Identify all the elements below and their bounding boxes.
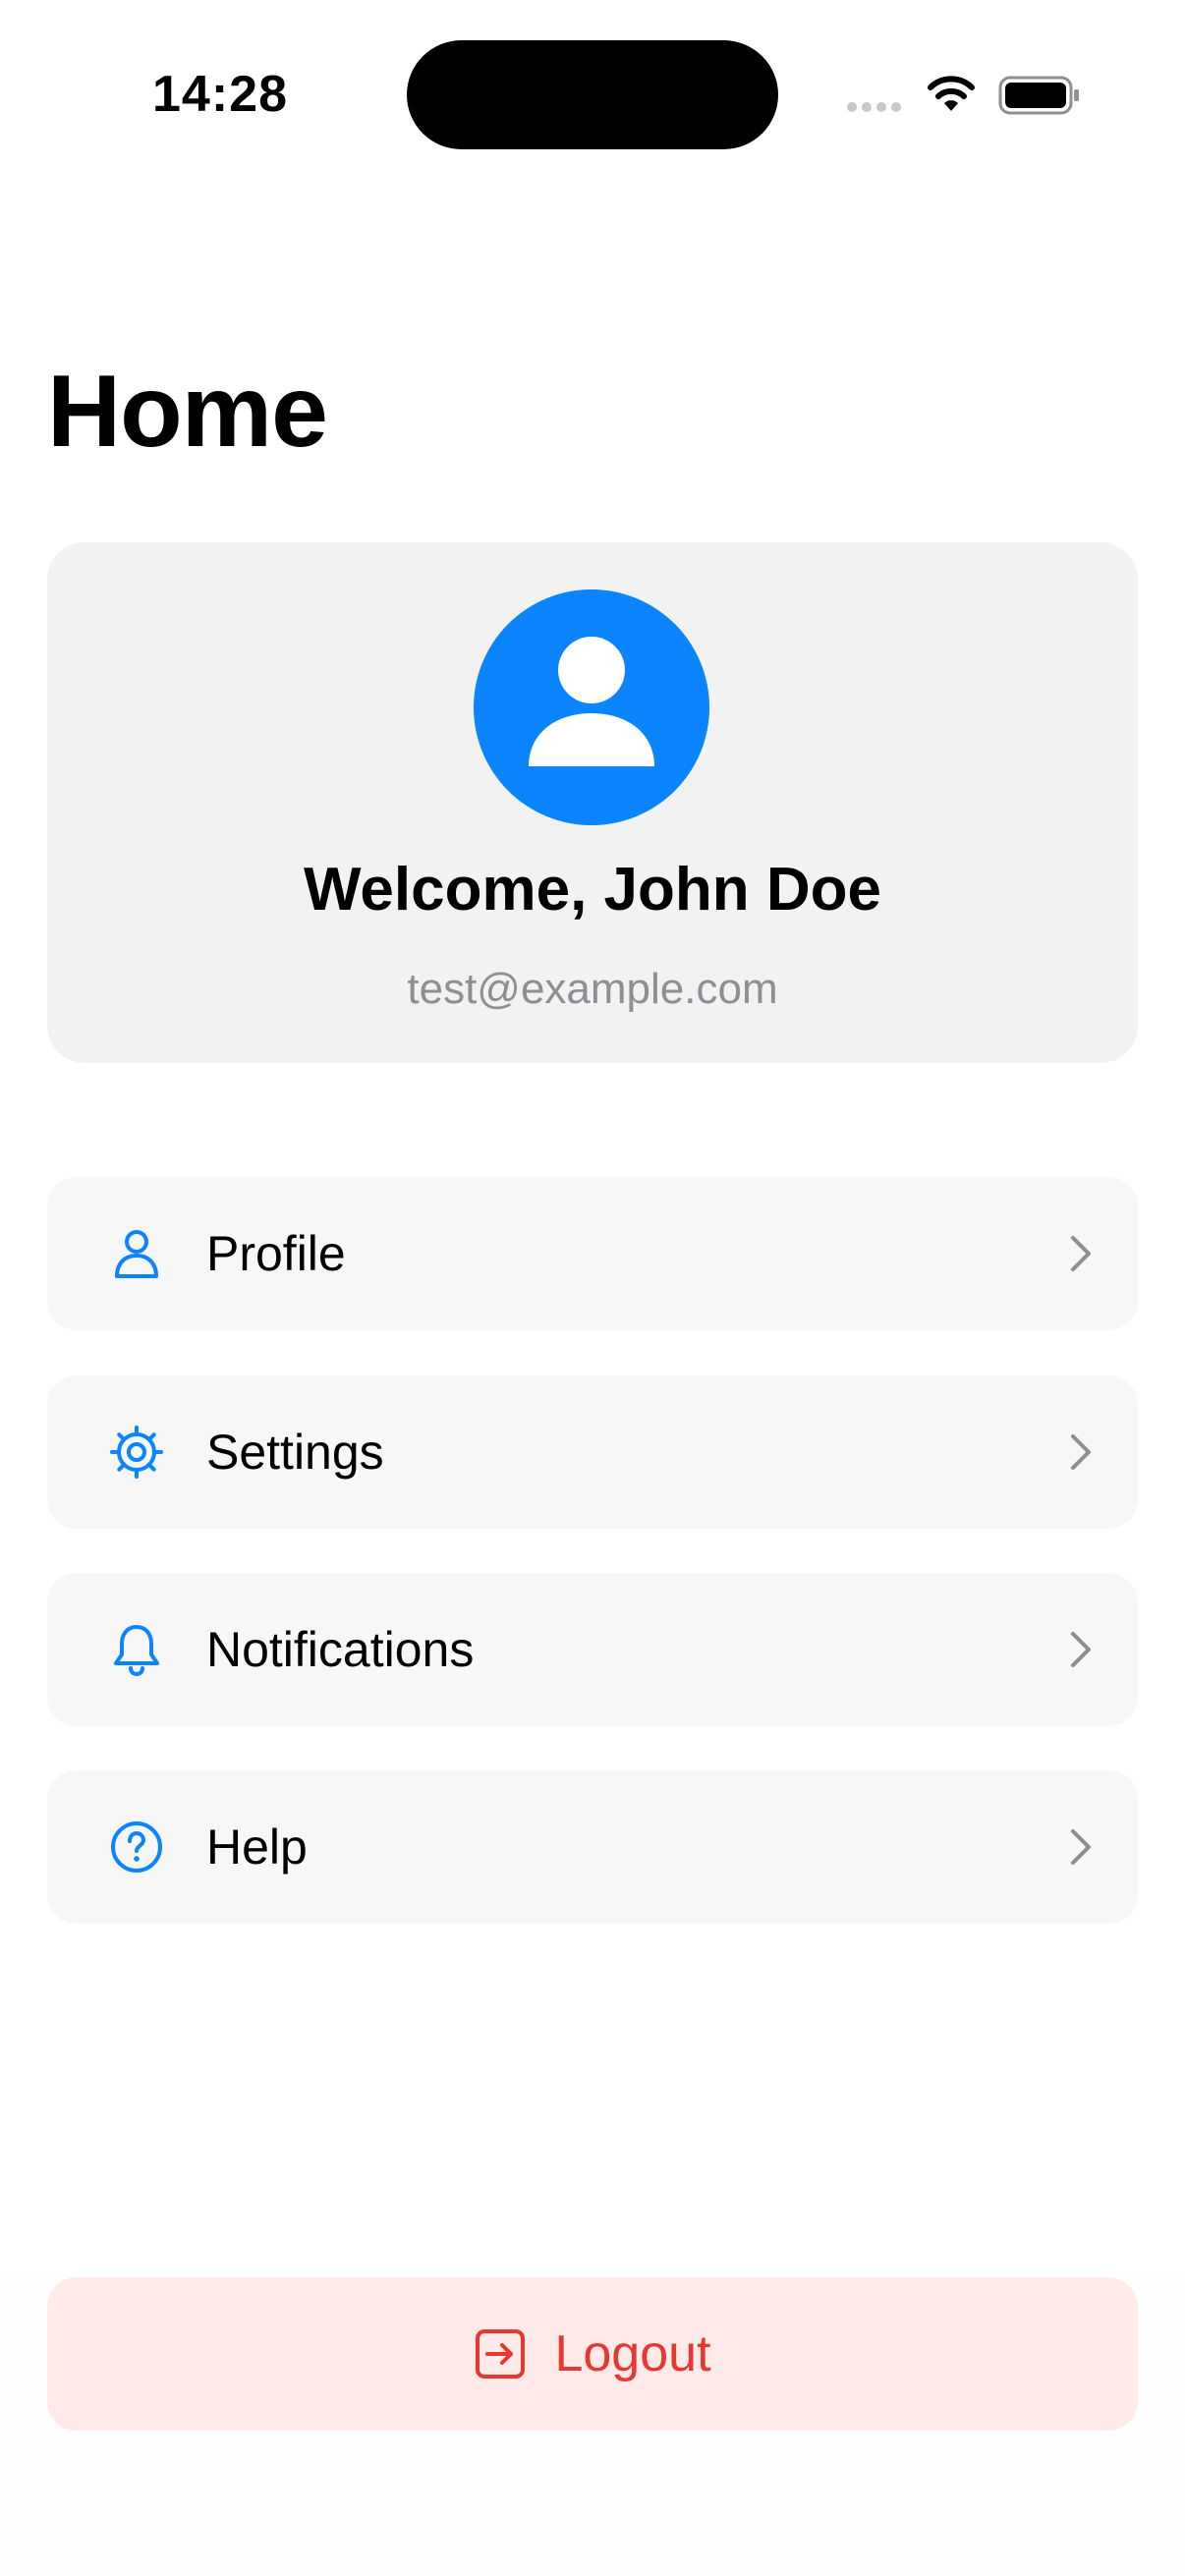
battery-icon — [998, 76, 1079, 115]
logout-label: Logout — [554, 2325, 711, 2382]
person-icon — [115, 1230, 158, 1278]
menu-item-help[interactable]: Help — [47, 1770, 1138, 1924]
gear-icon — [110, 1426, 163, 1479]
bell-icon — [114, 1625, 159, 1677]
menu-item-settings[interactable]: Settings — [47, 1375, 1138, 1529]
chevron-right-icon — [1071, 1236, 1091, 1271]
menu-item-profile[interactable]: Profile — [47, 1177, 1138, 1330]
wifi-icon — [928, 76, 975, 111]
cellular-signal-icon — [847, 102, 901, 112]
menu-item-label: Profile — [206, 1226, 346, 1281]
logout-button[interactable]: Logout — [47, 2277, 1138, 2431]
chevron-right-icon — [1071, 1434, 1091, 1470]
page-title: Home — [47, 355, 328, 469]
welcome-card: Welcome, John Doe test@example.com — [47, 542, 1138, 1063]
dynamic-island — [407, 40, 778, 149]
question-circle-icon — [111, 1821, 162, 1873]
menu-item-label: Notifications — [206, 1622, 475, 1677]
home-screen: 14:28 Home Welcome, John Doe test@exampl… — [0, 0, 1185, 2576]
avatar — [474, 589, 709, 825]
logout-icon — [476, 2329, 526, 2379]
status-time: 14:28 — [152, 66, 288, 123]
menu-item-label: Settings — [206, 1425, 384, 1480]
person-circle-icon — [529, 637, 654, 766]
menu-item-label: Help — [206, 1820, 308, 1875]
chevron-right-icon — [1071, 1632, 1091, 1667]
menu-item-notifications[interactable]: Notifications — [47, 1573, 1138, 1726]
welcome-greeting: Welcome, John Doe — [304, 856, 881, 924]
user-email: test@example.com — [407, 965, 778, 1013]
chevron-right-icon — [1071, 1829, 1091, 1865]
